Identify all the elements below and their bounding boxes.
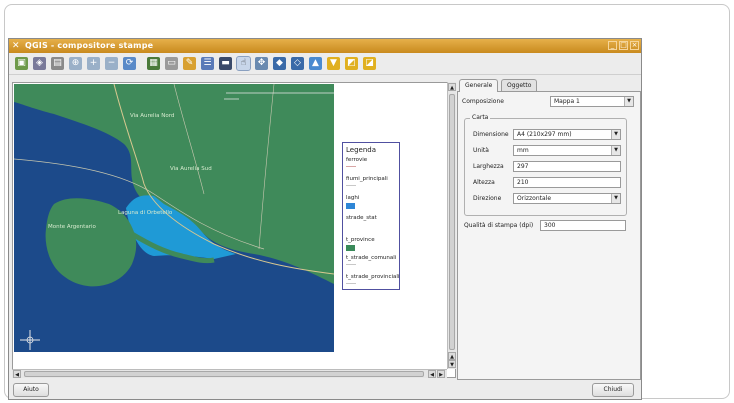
larghezza-label: Larghezza xyxy=(473,163,504,170)
toolbar: ▣ ◈ ▤ ⊕ + − ⟳ ▦ ▭ ✎ ☰ ▬ ☝ ✥ ◆ ◇ ▲ ▼ ◩ ◪ xyxy=(9,53,641,75)
altezza-label: Altezza xyxy=(473,179,495,186)
window-title: QGIS - compositore stampe xyxy=(25,41,154,50)
scroll-up-lower-icon[interactable]: ▲ xyxy=(448,352,456,360)
composer-window: ✕ QGIS - compositore stampe _ □ × ▣ ◈ ▤ … xyxy=(8,38,642,400)
dimensione-select[interactable]: A4 (210x297 mm) ▼ xyxy=(513,129,621,140)
legend-symbol-laghi xyxy=(346,203,355,209)
carta-group: Carta Dimensione A4 (210x297 mm) ▼ Unità… xyxy=(464,114,627,216)
scroll-left-lower-icon[interactable]: ◀ xyxy=(428,370,436,378)
ungroup-icon[interactable]: ◇ xyxy=(291,57,304,70)
horizontal-scrollbar[interactable]: ◀ ◀ ▶ xyxy=(12,369,447,378)
export-image-icon[interactable]: ▣ xyxy=(15,57,28,70)
dimensione-value: A4 (210x297 mm) xyxy=(517,131,572,138)
scroll-up-icon[interactable]: ▲ xyxy=(448,83,456,91)
export-svg-icon[interactable]: ◈ xyxy=(33,57,46,70)
label-argentario: Monte Argentario xyxy=(48,224,96,230)
lower-icon[interactable]: ▼ xyxy=(327,57,340,70)
tab-generale[interactable]: Generale xyxy=(459,79,499,92)
add-legend-icon[interactable]: ☰ xyxy=(201,57,214,70)
scroll-down-icon[interactable]: ▼ xyxy=(448,360,456,368)
chevron-down-icon: ▼ xyxy=(611,194,620,203)
legend-symbol-provinciali xyxy=(346,283,356,284)
title-bar[interactable]: ✕ QGIS - compositore stampe _ □ × xyxy=(9,39,641,53)
add-label-icon[interactable]: ✎ xyxy=(183,57,196,70)
legend-label-ferrovie: ferrovie xyxy=(346,157,368,163)
qualita-label: Qualità di stampa (dpi) xyxy=(464,222,534,229)
map-graphic xyxy=(14,84,334,352)
properties-panel: Generale Oggetto Composizione Mappa 1 ▼ … xyxy=(457,79,641,380)
vertical-scrollbar[interactable]: ▲ ▲ ▼ xyxy=(447,82,456,369)
legend-item[interactable]: Legenda ferrovie fiumi_principali laghi … xyxy=(342,142,400,290)
direzione-select[interactable]: Orizzontale ▼ xyxy=(513,193,621,204)
zoom-out-icon[interactable]: − xyxy=(105,57,118,70)
raise-icon[interactable]: ▲ xyxy=(309,57,322,70)
legend-label-province: t_province xyxy=(346,237,375,243)
move-content-icon[interactable]: ✥ xyxy=(255,57,268,70)
direzione-label: Direzione xyxy=(473,195,502,202)
label-aurelia-sud: Via Aurelia Sud xyxy=(170,166,212,172)
legend-label-provinciali: t_strade_provinciali xyxy=(346,274,400,280)
zoom-in-icon[interactable]: + xyxy=(87,57,100,70)
maximize-icon[interactable]: □ xyxy=(619,41,628,50)
direzione-value: Orizzontale xyxy=(517,195,552,202)
add-scalebar-icon[interactable]: ▬ xyxy=(219,57,232,70)
horizontal-scroll-thumb[interactable] xyxy=(24,371,424,377)
tab-oggetto[interactable]: Oggetto xyxy=(501,79,538,91)
bring-front-icon[interactable]: ◩ xyxy=(345,57,358,70)
send-back-icon[interactable]: ◪ xyxy=(363,57,376,70)
label-laguna: Laguna di Orbetello xyxy=(118,210,173,216)
legend-title: Legenda xyxy=(346,146,377,154)
map-item[interactable]: Via Aurelia Nord Via Aurelia Sud Laguna … xyxy=(14,84,334,352)
composition-canvas[interactable]: Via Aurelia Nord Via Aurelia Sud Laguna … xyxy=(12,82,456,378)
aiuto-button[interactable]: Aiuto xyxy=(13,383,49,397)
scroll-right-icon[interactable]: ▶ xyxy=(437,370,445,378)
legend-label-comunali: t_strade_comunali xyxy=(346,255,397,261)
group-icon[interactable]: ◆ xyxy=(273,57,286,70)
carta-title: Carta xyxy=(470,114,491,121)
generale-page: Composizione Mappa 1 ▼ Carta Dimensione … xyxy=(457,91,641,380)
composizione-select[interactable]: Mappa 1 ▼ xyxy=(550,96,634,107)
unita-label: Unità xyxy=(473,147,489,154)
chevron-down-icon: ▼ xyxy=(624,97,633,106)
select-move-icon[interactable]: ☝ xyxy=(236,56,251,71)
legend-symbol-comunali xyxy=(346,264,356,265)
chevron-down-icon: ▼ xyxy=(611,146,620,155)
scroll-left-icon[interactable]: ◀ xyxy=(13,370,21,378)
legend-label-fiumi: fiumi_principali xyxy=(346,176,388,182)
composizione-label: Composizione xyxy=(462,98,504,105)
qualita-input[interactable]: 300 xyxy=(540,220,626,231)
altezza-input[interactable]: 210 xyxy=(513,177,621,188)
qgis-app-icon: ✕ xyxy=(12,41,20,51)
composizione-value: Mappa 1 xyxy=(554,98,580,105)
close-icon[interactable]: × xyxy=(630,41,639,50)
add-image-icon[interactable]: ▭ xyxy=(165,57,178,70)
dimensione-label: Dimensione xyxy=(473,131,509,138)
minimize-icon[interactable]: _ xyxy=(608,41,617,50)
label-aurelia-nord: Via Aurelia Nord xyxy=(130,113,175,119)
legend-symbol-ferrovie xyxy=(346,166,356,167)
add-map-icon[interactable]: ▦ xyxy=(147,57,160,70)
unita-value: mm xyxy=(517,147,529,154)
print-icon[interactable]: ▤ xyxy=(51,57,64,70)
unita-select[interactable]: mm ▼ xyxy=(513,145,621,156)
legend-symbol-province xyxy=(346,245,355,251)
zoom-full-icon[interactable]: ⊕ xyxy=(69,57,82,70)
legend-symbol-fiumi xyxy=(346,185,356,186)
larghezza-input[interactable]: 297 xyxy=(513,161,621,172)
chevron-down-icon: ▼ xyxy=(611,130,620,139)
chiudi-button[interactable]: Chiudi xyxy=(592,383,634,397)
refresh-icon[interactable]: ⟳ xyxy=(123,57,136,70)
vertical-scroll-thumb[interactable] xyxy=(449,94,455,350)
legend-label-strade-stat: strade_stat xyxy=(346,215,377,221)
legend-label-laghi: laghi xyxy=(346,195,360,201)
